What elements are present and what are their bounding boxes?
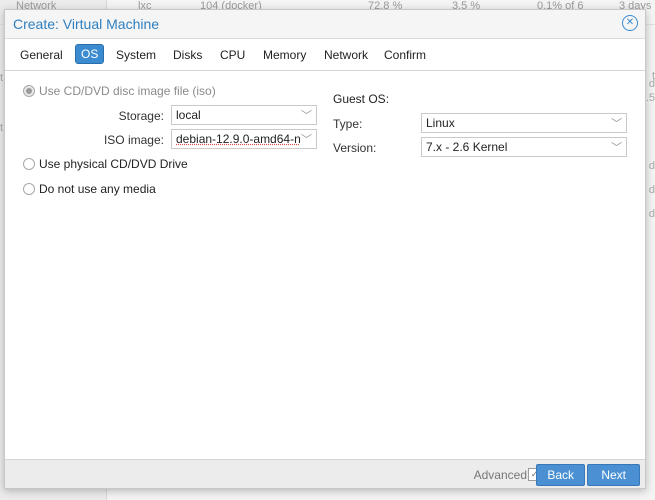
type-label: Type: bbox=[333, 117, 363, 131]
background-fragment: d bbox=[648, 160, 655, 172]
radio-no-media[interactable]: Do not use any media bbox=[23, 182, 156, 196]
next-button[interactable]: Next bbox=[587, 464, 640, 486]
chevron-down-icon: ﹀ bbox=[611, 118, 622, 130]
background-fragment: t bbox=[0, 122, 4, 134]
radio-use-iso[interactable]: Use CD/DVD disc image file (iso) bbox=[23, 84, 216, 98]
os-version-select[interactable]: 7.x - 2.6 Kernel ﹀ bbox=[421, 137, 627, 157]
radio-label: Use CD/DVD disc image file (iso) bbox=[39, 84, 216, 98]
tab-confirm[interactable]: Confirm bbox=[384, 48, 426, 62]
os-type-select[interactable]: Linux ﹀ bbox=[421, 113, 627, 133]
radio-label: Use physical CD/DVD Drive bbox=[39, 157, 188, 171]
iso-image-value: debian-12.9.0-amd64-n bbox=[176, 132, 301, 146]
dialog-header: Create: Virtual Machine ✕ bbox=[5, 10, 645, 39]
advanced-label: Advanced bbox=[473, 468, 527, 482]
back-button[interactable]: Back bbox=[536, 464, 585, 486]
tab-memory[interactable]: Memory bbox=[263, 48, 306, 62]
os-type-value: Linux bbox=[426, 116, 455, 130]
os-version-value: 7.x - 2.6 Kernel bbox=[426, 140, 508, 154]
radio-button[interactable] bbox=[23, 85, 35, 97]
iso-image-select[interactable]: debian-12.9.0-amd64-n ﹀ bbox=[171, 129, 317, 149]
dialog-footer: Advanced ✓ Back Next bbox=[5, 459, 645, 488]
chevron-down-icon: ﹀ bbox=[301, 134, 312, 146]
storage-label: Storage: bbox=[118, 109, 164, 123]
radio-button[interactable] bbox=[23, 183, 35, 195]
storage-value: local bbox=[176, 108, 201, 122]
tab-network[interactable]: Network bbox=[324, 48, 368, 62]
radio-label: Do not use any media bbox=[39, 182, 156, 196]
os-panel: Use CD/DVD disc image file (iso) Storage… bbox=[5, 71, 645, 459]
tab-general[interactable]: General bbox=[20, 48, 63, 62]
dialog-title: Create: Virtual Machine bbox=[13, 16, 160, 32]
background-fragment: t bbox=[0, 72, 4, 84]
background-fragment: d bbox=[648, 208, 655, 220]
create-vm-dialog: Create: Virtual Machine ✕ General OS Sys… bbox=[4, 9, 646, 489]
close-icon[interactable]: ✕ bbox=[622, 15, 638, 31]
radio-physical-drive[interactable]: Use physical CD/DVD Drive bbox=[23, 157, 188, 171]
chevron-down-icon: ﹀ bbox=[611, 142, 622, 154]
tab-cpu[interactable]: CPU bbox=[220, 48, 245, 62]
background-fragment: d bbox=[648, 78, 655, 90]
tab-disks[interactable]: Disks bbox=[173, 48, 202, 62]
radio-button[interactable] bbox=[23, 158, 35, 170]
version-label: Version: bbox=[333, 141, 377, 155]
tab-os[interactable]: OS bbox=[74, 44, 105, 64]
storage-select[interactable]: local ﹀ bbox=[171, 105, 317, 125]
tab-system[interactable]: System bbox=[116, 48, 156, 62]
iso-image-label: ISO image: bbox=[103, 133, 164, 147]
guest-os-heading: Guest OS: bbox=[333, 92, 390, 106]
wizard-tabs: General OS System Disks CPU Memory Netwo… bbox=[5, 39, 645, 71]
chevron-down-icon: ﹀ bbox=[301, 110, 312, 122]
background-fragment: d bbox=[648, 184, 655, 196]
